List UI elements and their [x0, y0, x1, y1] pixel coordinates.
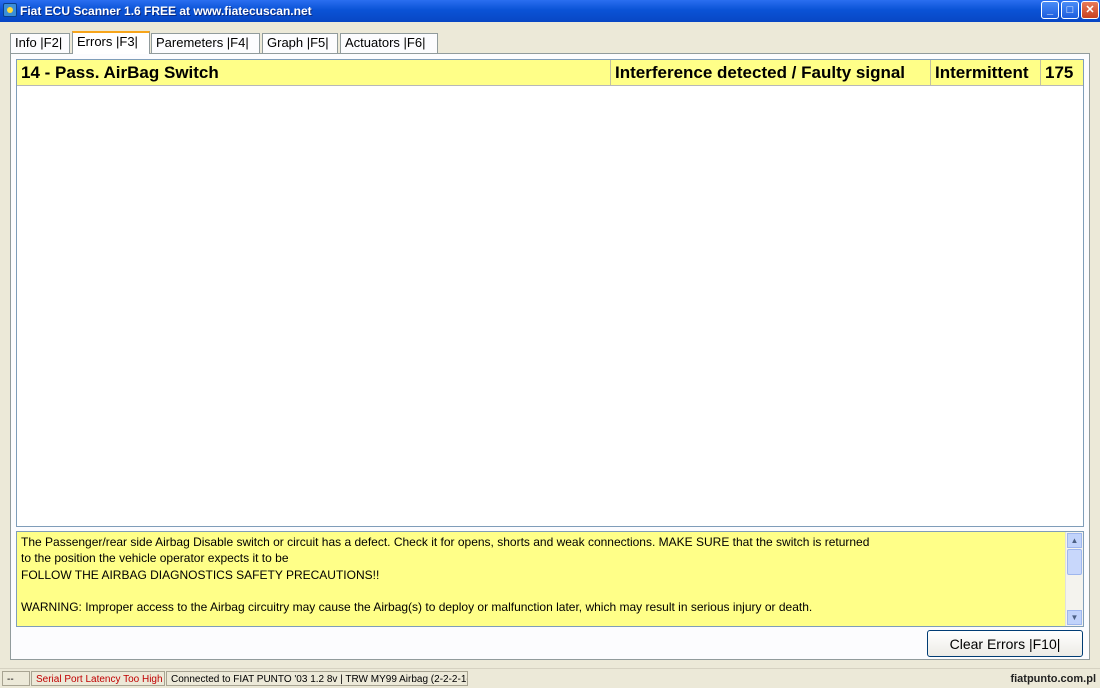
detail-line: WARNING: Improper access to the Airbag c…: [21, 599, 813, 614]
detail-line: The Passenger/rear side Airbag Disable s…: [21, 535, 870, 549]
status-cell-indicator: --: [2, 671, 30, 686]
scroll-thumb[interactable]: [1067, 549, 1082, 575]
clear-errors-button[interactable]: Clear Errors |F10|: [927, 630, 1083, 657]
detail-scrollbar[interactable]: ▲ ▼: [1065, 532, 1083, 626]
scroll-down-icon[interactable]: ▼: [1067, 610, 1082, 625]
title-bar[interactable]: Fiat ECU Scanner 1.6 FREE at www.fiatecu…: [0, 0, 1100, 22]
status-latency-warning: Serial Port Latency Too High !!: [31, 671, 165, 686]
error-count: 175: [1045, 63, 1074, 82]
status-bar: -- Serial Port Latency Too High !! Conne…: [0, 668, 1100, 688]
tab-graph[interactable]: Graph |F5|: [262, 33, 338, 53]
detail-line: [21, 583, 1065, 599]
tab-parameters[interactable]: Paremeters |F4|: [151, 33, 260, 53]
error-detail-box[interactable]: The Passenger/rear side Airbag Disable s…: [16, 531, 1084, 627]
maximize-button[interactable]: □: [1061, 1, 1079, 19]
error-list[interactable]: 14 - Pass. AirBag Switch Interference de…: [16, 59, 1084, 527]
app-icon: [3, 3, 17, 17]
table-row[interactable]: 14 - Pass. AirBag Switch Interference de…: [17, 60, 1083, 86]
detail-line: FOLLOW THE AIRBAG DIAGNOSTICS SAFETY PRE…: [21, 567, 380, 582]
tab-actuators[interactable]: Actuators |F6|: [340, 33, 438, 53]
detail-line: to the position the vehicle operator exp…: [21, 551, 289, 566]
error-type: Intermittent: [931, 60, 1041, 85]
error-description: Interference detected / Faulty signal: [611, 60, 931, 85]
watermark: fiatpunto.com.pl: [1010, 673, 1096, 685]
tab-info[interactable]: Info |F2|: [10, 33, 70, 53]
status-connection: Connected to FIAT PUNTO '03 1.2 8v | TRW…: [166, 671, 468, 686]
close-button[interactable]: ✕: [1081, 1, 1099, 19]
window-title: Fiat ECU Scanner 1.6 FREE at www.fiatecu…: [20, 4, 312, 18]
minimize-button[interactable]: _: [1041, 1, 1059, 19]
tab-errors[interactable]: Errors |F3|: [72, 31, 150, 54]
error-code-name: 14 - Pass. AirBag Switch: [17, 60, 611, 85]
error-detail-text: The Passenger/rear side Airbag Disable s…: [21, 534, 1065, 615]
scroll-up-icon[interactable]: ▲: [1067, 533, 1082, 548]
